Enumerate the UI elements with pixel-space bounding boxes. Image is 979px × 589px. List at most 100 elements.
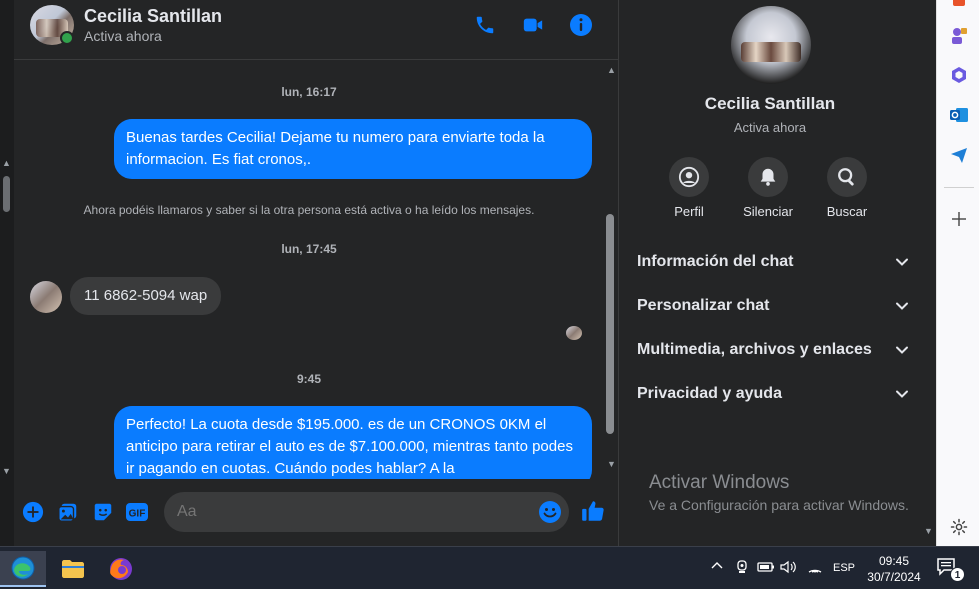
contact-profile-picture[interactable] [731, 6, 811, 84]
gif-icon: GIF [126, 503, 148, 521]
contact-status: Activa ahora [84, 28, 162, 44]
online-indicator [60, 31, 74, 45]
watermark-subtitle: Ve a Configuración para activar Windows. [649, 497, 909, 513]
plus-circle-icon [22, 501, 44, 523]
show-hidden-icons-button[interactable] [711, 560, 723, 575]
voice-call-button[interactable] [472, 12, 498, 38]
read-receipt-avatar [566, 326, 582, 340]
scrollbar-thumb[interactable] [606, 214, 614, 434]
chevron-up-icon [711, 562, 723, 569]
edge-browser-icon [11, 556, 35, 580]
smiley-icon [539, 501, 561, 523]
search-action-button[interactable]: Buscar [807, 157, 887, 219]
gif-button[interactable]: GIF [125, 500, 149, 524]
section-label: Información del chat [637, 253, 794, 270]
section-label: Multimedia, archivos y enlaces [637, 341, 872, 358]
chat-window: Cecilia Santillan Activa ahora lun, 16:1… [14, 0, 618, 546]
clock-date: 30/7/2024 [867, 570, 921, 584]
message-list[interactable]: lun, 16:17 Buenas tardes Cecilia! Dejame… [14, 61, 604, 479]
chevron-down-icon [896, 346, 908, 354]
folder-icon [62, 560, 84, 578]
sticker-button[interactable] [91, 500, 115, 524]
scroll-down-arrow-icon[interactable]: ▼ [2, 466, 11, 476]
chat-info-panel: Cecilia Santillan Activa ahora Perfil Si… [618, 0, 936, 546]
sidebar-divider [944, 187, 974, 188]
battery-icon [757, 562, 774, 572]
outgoing-message[interactable]: Perfecto! La cuota desde $195.000. es de… [114, 406, 592, 479]
scroll-up-arrow-icon[interactable]: ▲ [2, 158, 11, 168]
chevron-down-icon [896, 302, 908, 310]
message-list-scrollbar[interactable]: ▲ ▼ [604, 61, 618, 479]
search-icon [838, 168, 854, 186]
chat-info-button[interactable] [568, 12, 594, 38]
activate-windows-watermark: Activar Windows Ve a Configuración para … [649, 472, 909, 513]
sidebar-add-button[interactable] [949, 209, 969, 229]
thumbs-up-icon [582, 501, 604, 521]
outlook-icon [950, 108, 968, 122]
emoji-button[interactable] [538, 500, 562, 529]
sidebar-settings-button[interactable] [949, 517, 969, 537]
taskbar-file-explorer-button[interactable] [50, 551, 96, 587]
sticker-icon [94, 503, 112, 521]
sidebar-app-red[interactable] [949, 0, 969, 12]
watermark-title: Activar Windows [649, 472, 790, 493]
search-action-label: Buscar [826, 204, 868, 219]
message-timestamp: lun, 16:17 [281, 85, 337, 99]
profile-action-button[interactable]: Perfil [649, 157, 729, 219]
image-icon [58, 503, 77, 522]
sender-avatar[interactable] [30, 281, 62, 313]
svg-text:GIF: GIF [129, 509, 146, 520]
outgoing-message[interactable]: Buenas tardes Cecilia! Dejame tu numero … [114, 119, 592, 179]
video-call-button[interactable] [520, 12, 546, 38]
section-media-files-links[interactable]: Multimedia, archivos y enlaces [637, 336, 909, 364]
scroll-up-arrow-icon[interactable]: ▲ [607, 65, 616, 75]
scroll-down-arrow-icon[interactable]: ▼ [607, 459, 616, 469]
more-actions-button[interactable] [21, 500, 45, 524]
tray-meet-icon[interactable] [735, 560, 749, 577]
contact-name[interactable]: Cecilia Santillan [84, 6, 222, 27]
tray-battery-icon[interactable] [757, 560, 775, 577]
message-input[interactable] [164, 492, 569, 532]
firefox-icon [110, 558, 132, 580]
tray-wifi-icon[interactable] [807, 560, 823, 577]
speaker-icon [780, 560, 796, 574]
tray-volume-icon[interactable] [780, 560, 798, 577]
left-edge-scrollbar[interactable]: ▲ ▼ [0, 0, 14, 546]
mute-action-label: Silenciar [743, 204, 793, 219]
attach-photo-button[interactable] [56, 500, 80, 524]
paper-plane-icon [951, 148, 967, 163]
clock-time: 09:45 [878, 554, 910, 568]
notification-center-button[interactable]: 1 [936, 557, 966, 582]
sidebar-app-send[interactable] [949, 145, 969, 165]
tray-language[interactable]: ESP [833, 562, 855, 574]
info-icon [570, 14, 592, 36]
panel-contact-status: Activa ahora [733, 120, 807, 135]
chat-header: Cecilia Santillan Activa ahora [14, 0, 618, 60]
webcam-icon [737, 560, 747, 573]
scrollbar-thumb[interactable] [3, 176, 10, 212]
section-label: Personalizar chat [637, 297, 770, 314]
scroll-down-arrow-icon[interactable]: ▼ [924, 526, 933, 536]
sidebar-app-games[interactable] [949, 26, 969, 46]
browser-sidebar [936, 0, 979, 546]
bell-icon [760, 168, 776, 186]
message-timestamp: 9:45 [296, 372, 322, 386]
incoming-message[interactable]: 11 6862-5094 wap [70, 277, 222, 315]
sidebar-app-copilot[interactable] [949, 65, 969, 85]
app-icon [953, 0, 965, 6]
mute-action-button[interactable]: Silenciar [728, 157, 808, 219]
message-composer: GIF [14, 480, 618, 546]
phone-icon [476, 16, 494, 34]
send-like-button[interactable] [580, 498, 606, 529]
section-customize-chat[interactable]: Personalizar chat [637, 292, 909, 320]
gear-icon [950, 518, 968, 536]
taskbar-clock[interactable]: 09:45 30/7/2024 [858, 553, 930, 585]
taskbar-firefox-button[interactable] [98, 551, 144, 587]
section-privacy-help[interactable]: Privacidad y ayuda [637, 380, 909, 408]
taskbar-edge-button[interactable] [0, 551, 46, 587]
sidebar-app-outlook[interactable] [949, 105, 969, 125]
panel-contact-name: Cecilia Santillan [704, 94, 836, 113]
section-chat-info[interactable]: Información del chat [637, 248, 909, 276]
windows-taskbar: ESP 09:45 30/7/2024 1 [0, 546, 979, 589]
plus-icon [952, 212, 966, 226]
